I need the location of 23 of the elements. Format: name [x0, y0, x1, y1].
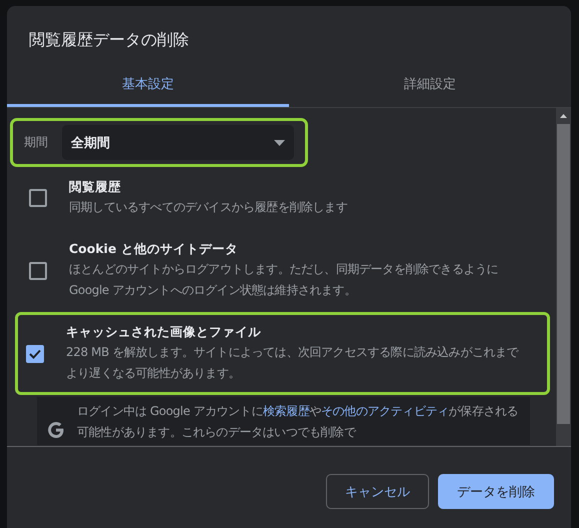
link[interactable]: その他のアクティビティ	[320, 404, 449, 418]
option-description: 228 MB を解放します。サイトによっては、次回アクセスする際に読み込みがこれまでより遅くなる可能性があります。	[66, 344, 520, 382]
delete-button[interactable]: データを削除	[438, 474, 554, 509]
info-text: ログイン中は Google アカウントに検索履歴やその他のアクティビティ が保存される可能性があります。これらのデータはいつでも削除で	[77, 403, 520, 441]
checkbox[interactable]	[29, 189, 47, 207]
option-title: 閲覧履歴	[69, 178, 122, 195]
tab[interactable]: 詳細設定	[289, 67, 571, 107]
caret-icon	[274, 140, 285, 146]
period-label: 期間	[24, 134, 48, 151]
link[interactable]: 検索履歴	[262, 404, 310, 418]
google-g-icon	[47, 421, 65, 439]
checkbox[interactable]	[29, 262, 47, 280]
tab[interactable]: 基本設定	[7, 67, 289, 107]
option-title: Cookie と他のサイトデータ	[69, 240, 239, 257]
dialog-title: 閲覧履歴データの削除	[28, 29, 190, 51]
checkbox[interactable]	[26, 344, 44, 362]
cancel-button[interactable]: キャンセル	[326, 474, 429, 509]
option-title: キャッシュされた画像とファイル	[66, 323, 262, 340]
period-dropdown[interactable]: 全期間	[62, 125, 294, 160]
option-description: ほとんどのサイトからログアウトします。ただし、同期データを削除できるように Google アカウントへのログイン状態は維持されます。	[69, 261, 500, 299]
scrollbar[interactable]	[556, 108, 571, 446]
check-icon	[29, 348, 41, 358]
option-description: 同期しているすべてのデバイスから履歴を削除します	[69, 199, 348, 216]
